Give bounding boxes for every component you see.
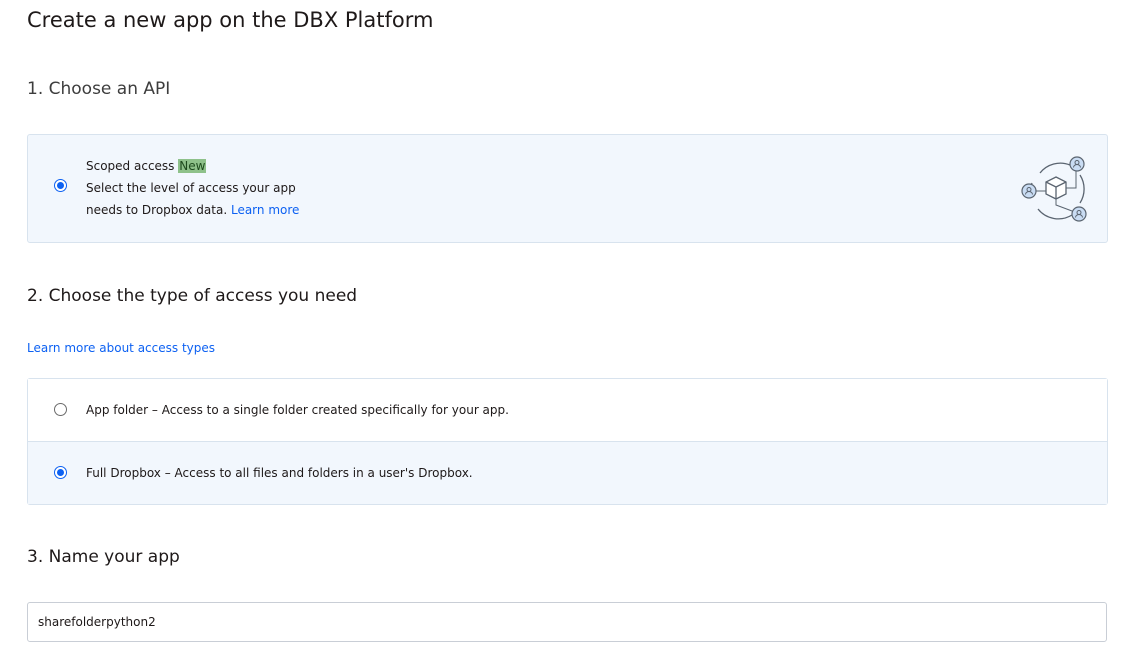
access-option-app-folder[interactable]: App folder – Access to a single folder c…	[28, 379, 1107, 442]
page-title: Create a new app on the DBX Platform	[27, 8, 434, 32]
full-dropbox-radio[interactable]	[54, 466, 67, 479]
scoped-access-description-text: needs to Dropbox data.	[86, 203, 228, 217]
scoped-access-title-line: Scoped access New	[86, 159, 207, 173]
learn-more-access-types-link[interactable]: Learn more about access types	[27, 341, 215, 355]
app-folder-radio[interactable]	[54, 403, 67, 416]
new-badge: New	[178, 159, 207, 173]
full-dropbox-name: Full Dropbox	[86, 466, 161, 480]
access-option-full-dropbox[interactable]: Full Dropbox – Access to all files and f…	[28, 442, 1107, 504]
step3-heading: 3. Name your app	[27, 547, 180, 567]
scoped-access-description-line1: Select the level of access your app	[86, 181, 296, 195]
app-folder-label: App folder – Access to a single folder c…	[86, 403, 509, 417]
access-type-options: App folder – Access to a single folder c…	[27, 378, 1108, 505]
scoped-access-illustration-icon	[1021, 156, 1087, 222]
scoped-access-radio[interactable]	[54, 179, 67, 192]
full-dropbox-label: Full Dropbox – Access to all files and f…	[86, 466, 473, 480]
learn-more-link[interactable]: Learn more	[231, 203, 299, 217]
app-folder-description: – Access to a single folder created spec…	[151, 403, 509, 417]
api-option-scoped-access[interactable]: Scoped access New Select the level of ac…	[27, 134, 1108, 243]
full-dropbox-description: – Access to all files and folders in a u…	[164, 466, 473, 480]
step2-heading: 2. Choose the type of access you need	[27, 286, 358, 306]
step1-heading: 1. Choose an API	[27, 79, 171, 99]
scoped-access-title: Scoped access	[86, 159, 175, 173]
app-name-input[interactable]	[27, 602, 1107, 642]
scoped-access-description-line2: needs to Dropbox data. Learn more	[86, 203, 299, 217]
app-folder-name: App folder	[86, 403, 149, 417]
create-app-page: Create a new app on the DBX Platform 1. …	[0, 0, 1124, 669]
